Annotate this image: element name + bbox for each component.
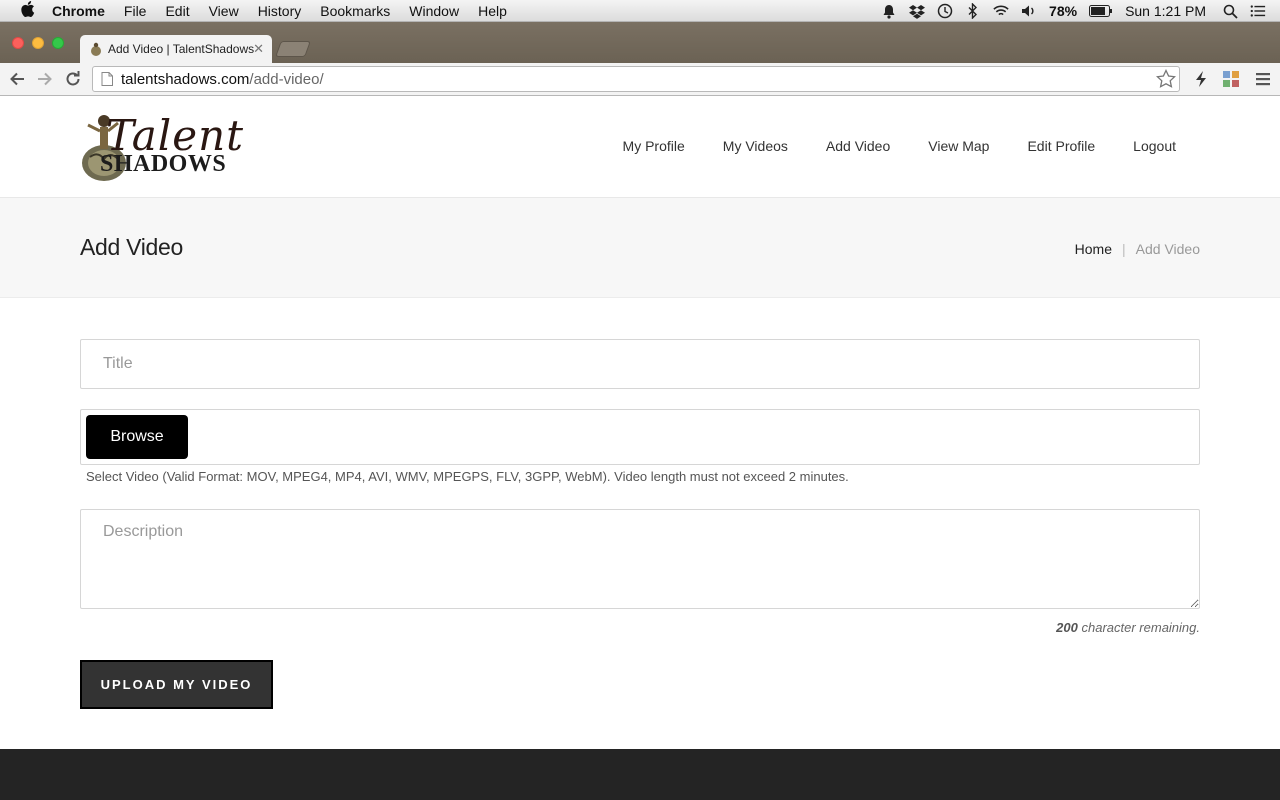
dropbox-icon[interactable] [909,3,926,19]
time-machine-icon[interactable] [937,3,953,19]
menu-chrome[interactable]: Chrome [52,3,105,19]
breadcrumb-home-link[interactable]: Home [1075,241,1112,257]
upload-video-button[interactable]: UPLOAD MY VIDEO [80,660,273,709]
lightning-extension-icon[interactable] [1192,70,1210,88]
breadcrumb-current: Add Video [1135,241,1200,257]
back-arrow-icon[interactable] [7,69,27,89]
url-host: talentshadows.com [121,70,250,88]
site-favicon-icon [90,42,102,56]
puzzle-extension-icon[interactable] [1222,70,1240,88]
site-header: Talent SHADOWS My Profile My Videos Add … [0,97,1280,198]
page-title-bar: Add Video Home | Add Video [0,198,1280,298]
page-title: Add Video [80,234,184,260]
page-icon [101,72,113,86]
video-file-field: Browse [80,409,1200,465]
character-counter: 200 character remaining. [1056,620,1200,635]
spotlight-search-icon[interactable] [1222,3,1238,19]
window-close-button[interactable] [12,37,24,49]
file-format-help-text: Select Video (Valid Format: MOV, MPEG4, … [86,469,849,484]
nav-my-profile[interactable]: My Profile [623,138,685,154]
nav-logout[interactable]: Logout [1133,138,1176,154]
volume-icon[interactable] [1021,3,1037,19]
site-logo[interactable]: Talent SHADOWS [80,111,243,183]
menu-file[interactable]: File [124,3,147,19]
menu-view[interactable]: View [209,3,239,19]
forward-arrow-icon[interactable] [35,69,55,89]
bookmark-star-icon[interactable] [1155,68,1177,89]
menu-window[interactable]: Window [409,3,459,19]
character-count-value: 200 [1056,620,1078,635]
title-input[interactable] [80,339,1200,389]
nav-add-video[interactable]: Add Video [826,138,890,154]
new-tab-button[interactable] [275,41,311,57]
menu-help[interactable]: Help [478,3,507,19]
chrome-menu-icon[interactable] [1254,70,1272,88]
macos-menu-bar: Chrome File Edit View History Bookmarks … [0,0,1280,22]
reload-icon[interactable] [63,69,83,89]
breadcrumb-separator: | [1122,241,1126,257]
character-count-suffix: character remaining. [1081,620,1201,635]
menubar-clock[interactable]: Sun 1:21 PM [1125,3,1206,19]
nav-view-map[interactable]: View Map [928,138,989,154]
nav-my-videos[interactable]: My Videos [723,138,788,154]
address-bar[interactable]: talentshadows.com/add-video/ [92,66,1180,92]
window-minimize-button[interactable] [32,37,44,49]
menu-bookmarks[interactable]: Bookmarks [320,3,390,19]
battery-percent: 78% [1049,3,1078,19]
tab-close-icon[interactable]: ✕ [253,41,264,57]
notification-bell-icon[interactable] [881,3,897,19]
window-zoom-button[interactable] [52,37,64,49]
browse-button[interactable]: Browse [86,415,188,459]
bluetooth-icon[interactable] [965,3,981,19]
menu-history[interactable]: History [258,3,302,19]
main-navigation: My Profile My Videos Add Video View Map … [585,97,1176,195]
description-textarea[interactable] [80,509,1200,609]
breadcrumb: Home | Add Video [1075,241,1200,257]
notification-center-icon[interactable] [1250,3,1266,19]
browser-toolbar: talentshadows.com/add-video/ [0,63,1280,96]
site-footer [0,749,1280,800]
browser-tab-strip: Add Video | TalentShadows ✕ [0,22,1280,63]
tab-title: Add Video | TalentShadows [108,42,255,56]
logo-text-shadows: SHADOWS [100,151,227,177]
wifi-icon[interactable] [993,3,1009,19]
battery-icon[interactable] [1089,3,1113,19]
menu-edit[interactable]: Edit [165,3,189,19]
browser-tab-active[interactable]: Add Video | TalentShadows ✕ [80,35,272,63]
apple-menu-icon[interactable] [18,1,38,20]
nav-edit-profile[interactable]: Edit Profile [1027,138,1095,154]
url-path: /add-video/ [249,70,324,88]
